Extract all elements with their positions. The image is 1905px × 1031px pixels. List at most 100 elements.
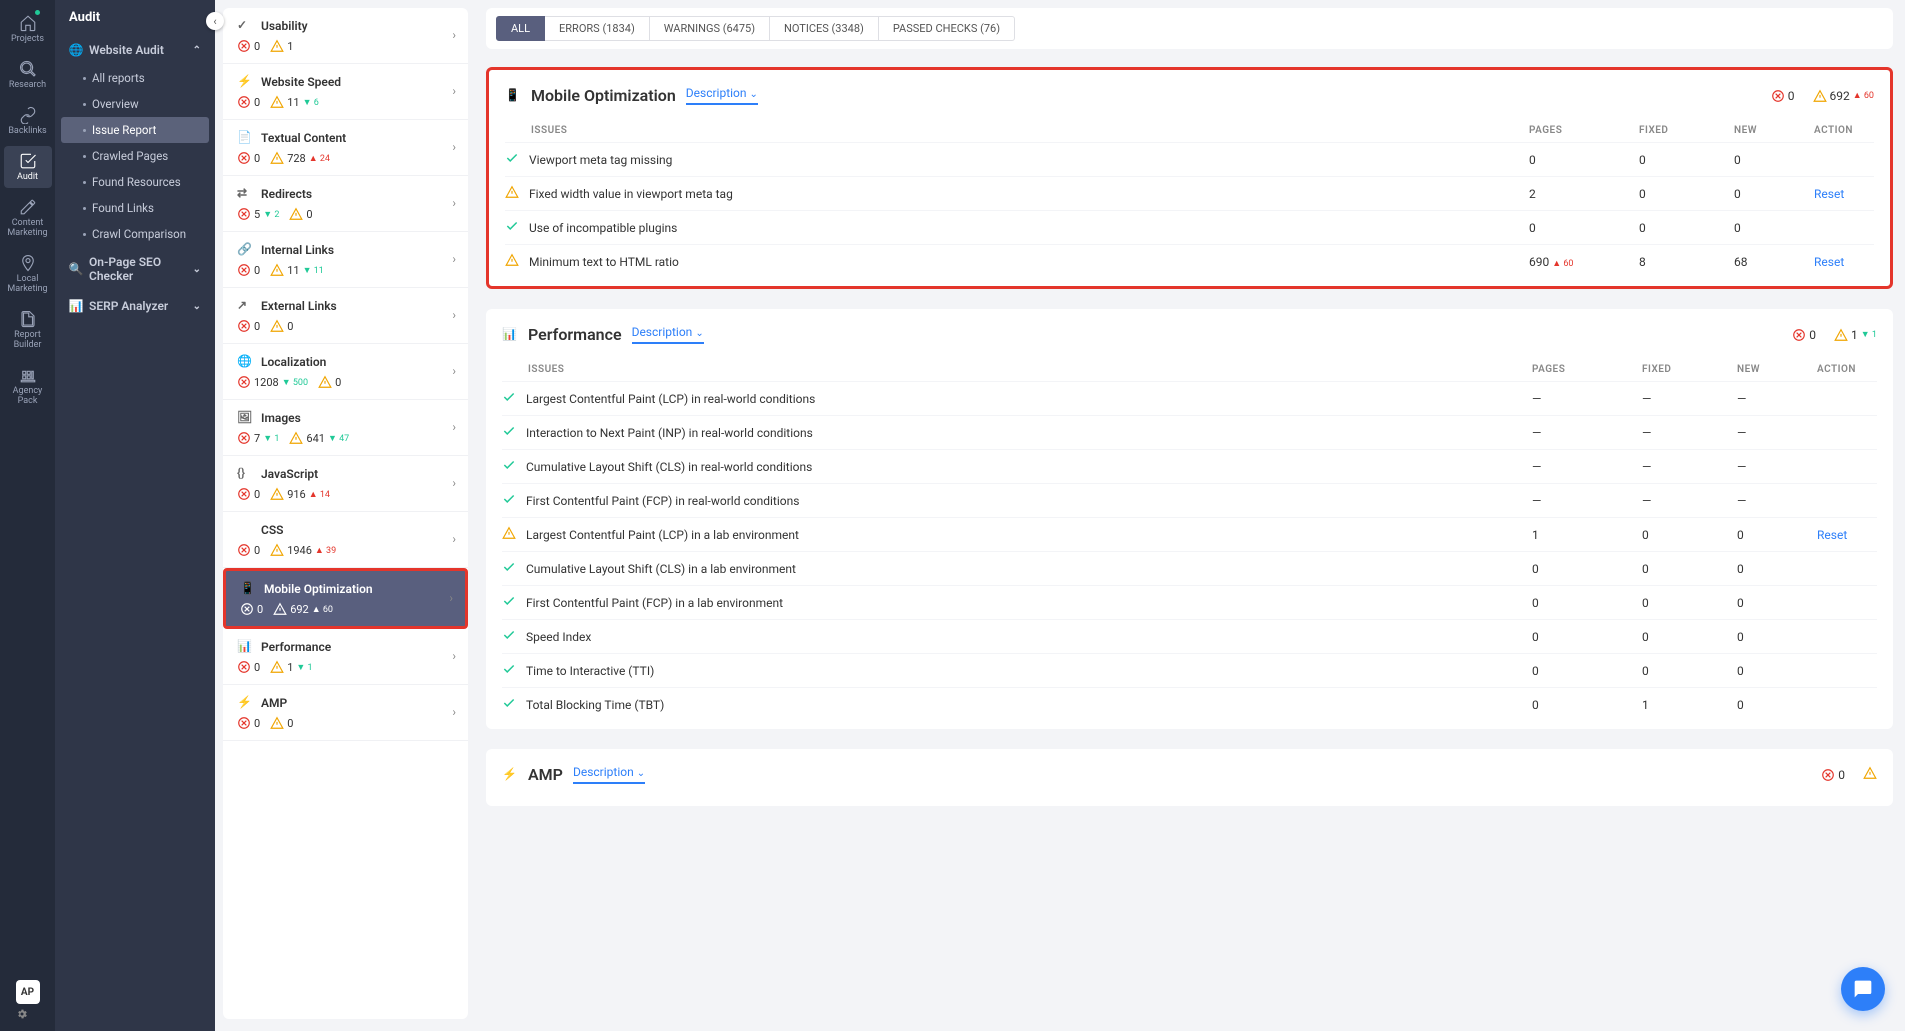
table-row[interactable]: Cumulative Layout Shift (CLS) in a lab e… <box>502 551 1877 585</box>
table-row[interactable]: Minimum text to HTML ratio 690 ▲ 60 8 68… <box>505 244 1874 278</box>
reset-link[interactable]: Reset <box>1814 187 1844 201</box>
error-count: 0 <box>237 487 260 501</box>
bullet-icon <box>83 233 86 236</box>
side-item-found-links[interactable]: Found Links <box>55 195 215 221</box>
issue-name: Cumulative Layout Shift (CLS) in real-wo… <box>526 460 812 474</box>
category-icon: 📄 <box>237 130 253 146</box>
reset-link[interactable]: Reset <box>1814 255 1844 269</box>
fixed-cell: 0 <box>1642 528 1737 542</box>
description-toggle[interactable]: Description⌄ <box>686 86 758 105</box>
tab-notices[interactable]: NOTICES (3348) <box>770 16 879 41</box>
status-icon <box>502 696 516 713</box>
status-icon <box>502 560 516 577</box>
pages-cell: 690 ▲ 60 <box>1529 255 1639 269</box>
issues-table: ISSUESPAGESFIXEDNEWACTION Largest Conten… <box>502 358 1877 721</box>
rail-research[interactable]: Research <box>4 54 52 96</box>
pages-cell: 0 <box>1532 664 1642 678</box>
chevron-right-icon: › <box>452 532 456 546</box>
table-row[interactable]: Time to Interactive (TTI) 0 0 0 <box>502 653 1877 687</box>
new-cell: — <box>1737 460 1817 474</box>
chat-button[interactable] <box>1841 967 1885 1011</box>
cat-website-speed[interactable]: ⚡Website Speed › 0 11▼ 6 <box>223 64 468 120</box>
cat-amp[interactable]: ⚡AMP › 0 0 <box>223 685 468 741</box>
cat-textual-content[interactable]: 📄Textual Content › 0 728▲ 24 <box>223 120 468 176</box>
rail-projects[interactable]: Projects <box>4 8 52 50</box>
rail-backlinks[interactable]: Backlinks <box>4 100 52 142</box>
status-icon <box>502 662 516 679</box>
table-row[interactable]: First Contentful Paint (FCP) in real-wor… <box>502 483 1877 517</box>
bullet-icon <box>83 103 86 106</box>
status-icon <box>502 492 516 509</box>
rail-audit[interactable]: Audit <box>4 146 52 188</box>
side-item-all-reports[interactable]: All reports <box>55 65 215 91</box>
side-item-overview[interactable]: Overview <box>55 91 215 117</box>
fixed-cell: — <box>1642 460 1737 474</box>
side-item-found-resources[interactable]: Found Resources <box>55 169 215 195</box>
chat-icon <box>1853 979 1873 999</box>
panel-warning-badge: 1 ▼ 1 <box>1834 328 1877 342</box>
table-row[interactable]: Interaction to Next Paint (INP) in real-… <box>502 415 1877 449</box>
fixed-cell: 0 <box>1642 562 1737 576</box>
error-count: 7▼ 1 <box>237 431 279 445</box>
cat-css[interactable]: CSS › 0 1946▲ 39 <box>223 512 468 568</box>
cat-javascript[interactable]: {}JavaScript › 0 916▲ 14 <box>223 456 468 512</box>
cat-mobile-optimization[interactable]: 📱Mobile Optimization › 0 692▲ 60 <box>223 568 468 629</box>
rail-report-builder[interactable]: Report Builder <box>4 304 52 356</box>
category-icon: 📊 <box>237 639 253 655</box>
table-row[interactable]: Fixed width value in viewport meta tag 2… <box>505 176 1874 210</box>
tab-all[interactable]: ALL <box>496 16 545 41</box>
side-section-on-page-seo-checker[interactable]: 🔍 On-Page SEO Checker⌄ <box>55 247 215 291</box>
issue-name: Fixed width value in viewport meta tag <box>529 187 733 201</box>
rail-local-marketing[interactable]: Local Marketing <box>4 248 52 300</box>
cat-images[interactable]: 🖼Images › 7▼ 1 641▼ 47 <box>223 400 468 456</box>
fixed-cell: 0 <box>1642 596 1737 610</box>
rail-agency-pack[interactable]: Agency Pack <box>4 360 52 412</box>
category-panel: ✓Usability › 0 1 ⚡Website Speed › 0 11▼ … <box>223 8 468 1019</box>
cat-redirects[interactable]: ⇄Redirects › 5▼ 2 0 <box>223 176 468 232</box>
table-row[interactable]: First Contentful Paint (FCP) in a lab en… <box>502 585 1877 619</box>
account-avatar[interactable]: AP <box>16 980 40 1023</box>
pages-cell: — <box>1532 426 1642 440</box>
cat-localization[interactable]: 🌐Localization › 1208▼ 500 0 <box>223 344 468 400</box>
warning-count: 1946▲ 39 <box>270 543 336 557</box>
globe-icon: 🌐 <box>69 43 83 57</box>
chevron-right-icon: › <box>452 364 456 378</box>
table-row[interactable]: Total Blocking Time (TBT) 0 1 0 <box>502 687 1877 721</box>
table-row[interactable]: Cumulative Layout Shift (CLS) in real-wo… <box>502 449 1877 483</box>
panel-icon: 📱 <box>505 88 521 104</box>
pages-cell: — <box>1532 494 1642 508</box>
side-section-website-audit[interactable]: 🌐 Website Audit⌃ <box>55 35 215 65</box>
table-row[interactable]: Speed Index 0 0 0 <box>502 619 1877 653</box>
tab-errors[interactable]: ERRORS (1834) <box>545 16 650 41</box>
cat-internal-links[interactable]: 🔗Internal Links › 0 11▼ 11 <box>223 232 468 288</box>
table-row[interactable]: Use of incompatible plugins 0 0 0 <box>505 210 1874 244</box>
table-row[interactable]: Largest Contentful Paint (LCP) in a lab … <box>502 517 1877 551</box>
rail-content-marketing[interactable]: Content Marketing <box>4 192 52 244</box>
pages-cell: 1 <box>1532 528 1642 542</box>
reset-link[interactable]: Reset <box>1817 528 1847 542</box>
side-item-crawled-pages[interactable]: Crawled Pages <box>55 143 215 169</box>
description-toggle[interactable]: Description⌄ <box>573 765 645 784</box>
sidebar-title: Audit <box>55 0 215 35</box>
tab-passed[interactable]: PASSED CHECKS (76) <box>879 16 1015 41</box>
table-row[interactable]: Viewport meta tag missing 0 0 0 <box>505 142 1874 176</box>
warning-count: 0 <box>289 207 312 221</box>
cat-performance[interactable]: 📊Performance › 0 1▼ 1 <box>223 629 468 685</box>
side-item-issue-report[interactable]: Issue Report <box>61 117 209 143</box>
side-item-crawl-comparison[interactable]: Crawl Comparison <box>55 221 215 247</box>
tab-warnings[interactable]: WARNINGS (6475) <box>650 16 770 41</box>
fixed-cell: 1 <box>1642 698 1737 712</box>
cat-usability[interactable]: ✓Usability › 0 1 <box>223 8 468 64</box>
chevron-down-icon: ⌄ <box>750 89 758 100</box>
cat-external-links[interactable]: ↗External Links › 0 0 <box>223 288 468 344</box>
collapse-sidebar-button[interactable]: ‹ <box>206 12 224 30</box>
status-icon <box>505 185 519 202</box>
table-row[interactable]: Largest Contentful Paint (LCP) in real-w… <box>502 381 1877 415</box>
icon-rail: Projects Research Backlinks Audit Conten… <box>0 0 55 1031</box>
description-toggle[interactable]: Description⌄ <box>632 325 704 344</box>
error-count: 1208▼ 500 <box>237 375 308 389</box>
new-cell: 0 <box>1737 630 1817 644</box>
fixed-cell: 8 <box>1639 255 1734 269</box>
chevron-right-icon: › <box>452 649 456 663</box>
side-section-serp-analyzer[interactable]: 📊 SERP Analyzer⌄ <box>55 291 215 321</box>
